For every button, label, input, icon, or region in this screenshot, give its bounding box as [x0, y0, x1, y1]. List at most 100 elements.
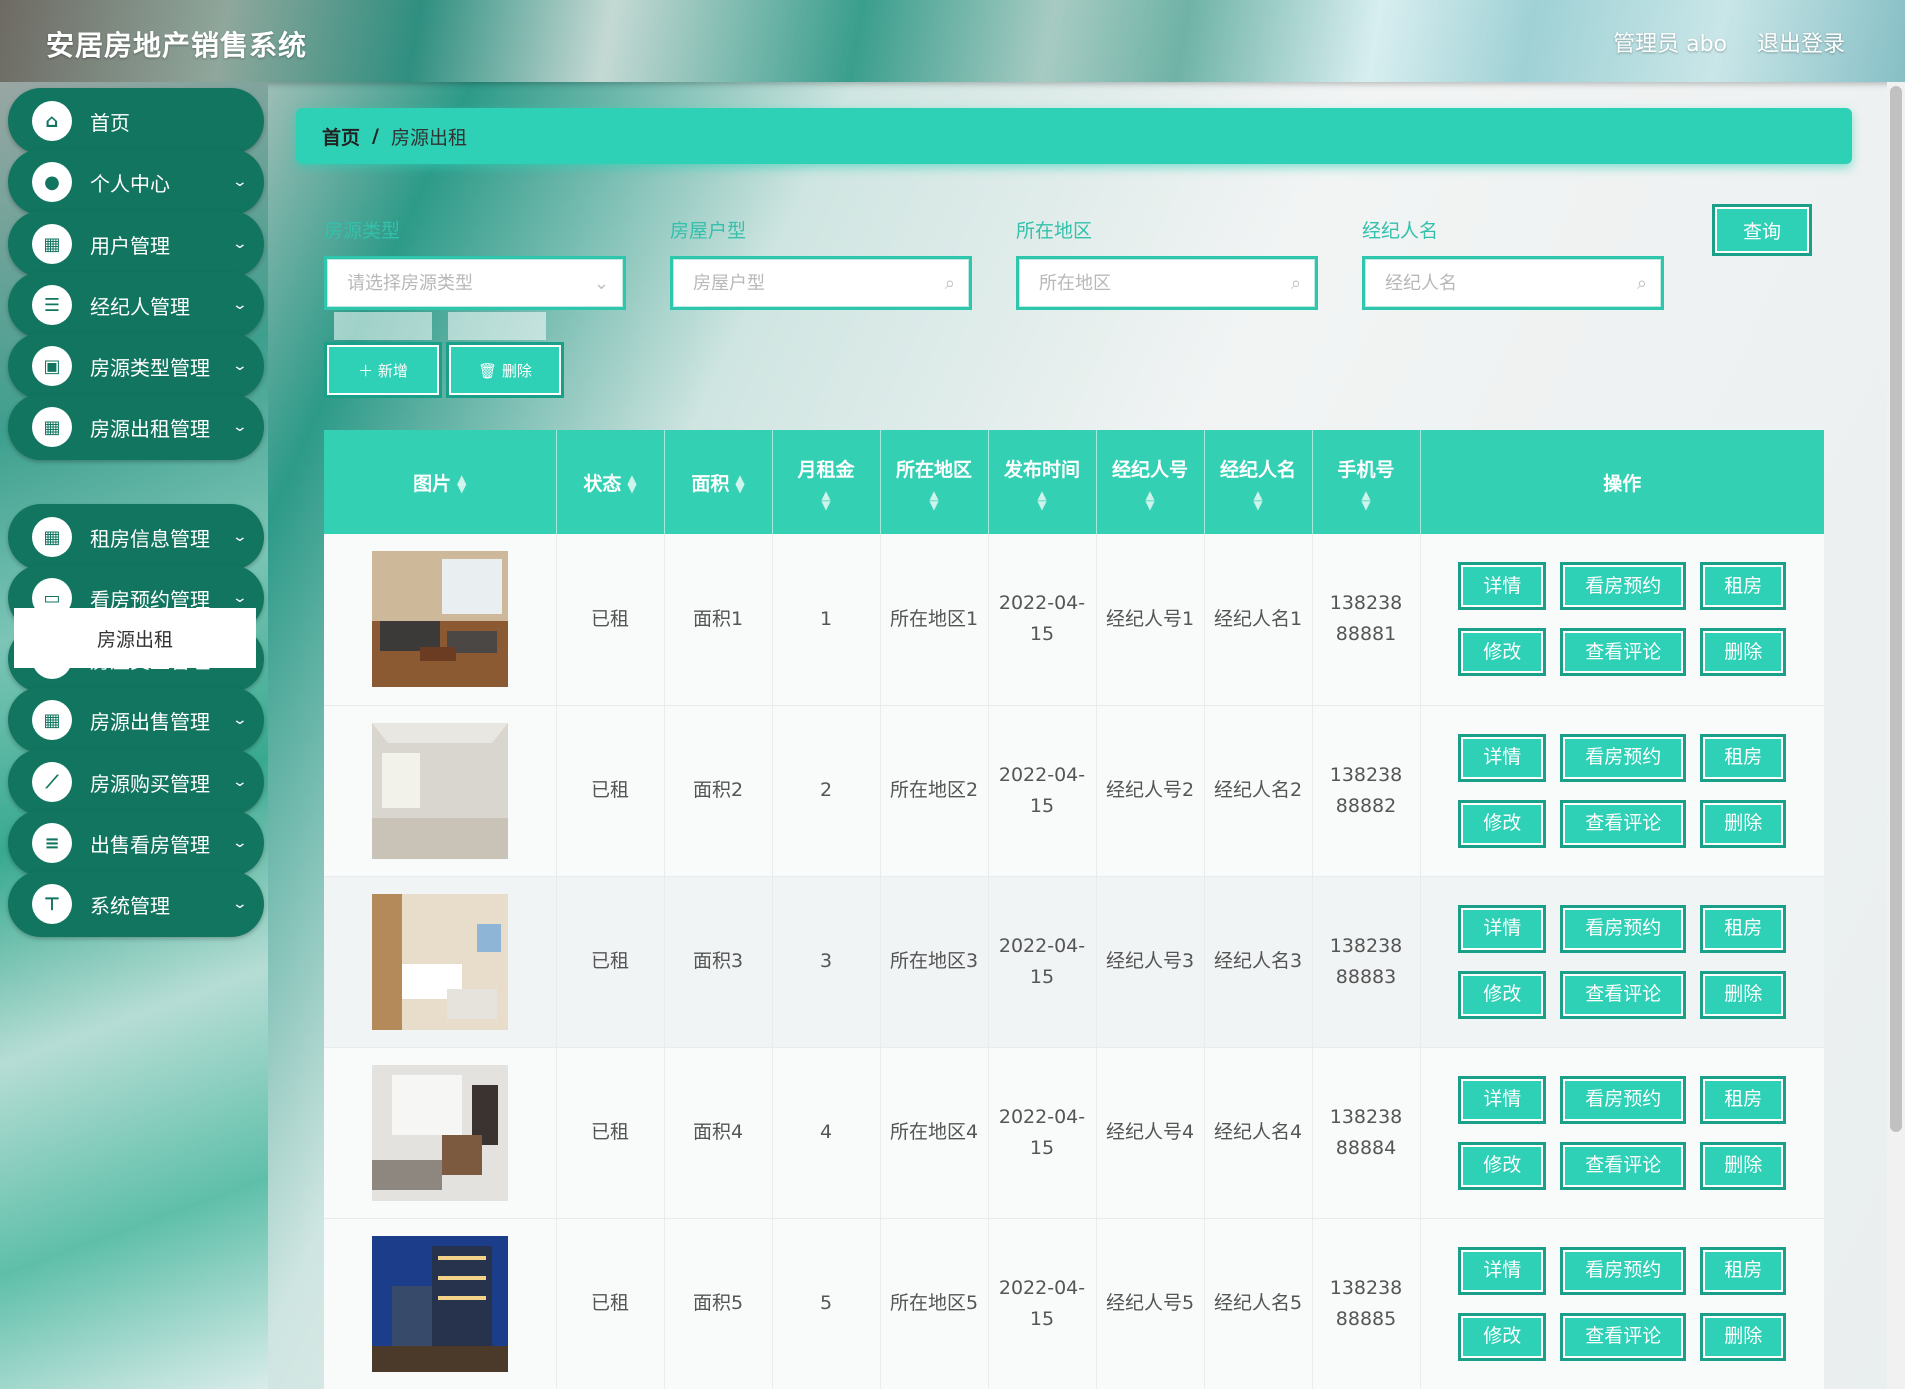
rent-button[interactable]: 租房	[1700, 904, 1787, 953]
cell-rent: 4	[772, 1047, 881, 1219]
cell-image	[324, 705, 557, 877]
edit-button[interactable]: 修改	[1458, 970, 1547, 1019]
col-rent[interactable]: 月租金 ▲ ▼	[772, 430, 881, 534]
sidebar-item-6[interactable]: ▦ 租房信息管理 ⌄	[8, 504, 264, 570]
col-agent-name[interactable]: 经纪人名 ▲ ▼	[1204, 430, 1313, 534]
sort-icon[interactable]: ▲ ▼	[989, 489, 1096, 511]
filter-agent-field[interactable]: ⌕	[1362, 256, 1664, 310]
table-row: 已租 面积2 2 所在地区2 2022-04-15 经纪人号2 经纪人名2 138238888…	[324, 705, 1824, 877]
view-reviews-button[interactable]: 查看评论	[1560, 970, 1687, 1019]
property-thumbnail[interactable]	[371, 1235, 508, 1372]
edit-button[interactable]: 修改	[1458, 628, 1547, 677]
sort-icon[interactable]: ▲ ▼	[1205, 489, 1312, 511]
sidebar-item-3[interactable]: ☰ 经纪人管理 ⌄	[8, 272, 264, 338]
cell-agent-name: 经纪人名1	[1204, 534, 1313, 706]
rent-button[interactable]: 租房	[1700, 1246, 1787, 1295]
chevron-down-icon: ⌄	[231, 419, 249, 435]
logout-link[interactable]: 退出登录	[1757, 26, 1845, 58]
edit-button[interactable]: 修改	[1458, 1141, 1547, 1190]
row-delete-button[interactable]: 删除	[1700, 1312, 1787, 1361]
viewing-appointment-button[interactable]: 看房预约	[1560, 733, 1687, 782]
view-reviews-button[interactable]: 查看评论	[1560, 799, 1687, 848]
rent-button[interactable]: 租房	[1700, 733, 1787, 782]
sort-icon[interactable]: ▲ ▼	[773, 489, 880, 511]
grid-icon: ▦	[32, 407, 72, 447]
sort-icon[interactable]: ▲ ▼	[881, 489, 988, 511]
row-delete-button[interactable]: 删除	[1700, 1141, 1787, 1190]
col-status[interactable]: 状态 ▲ ▼	[556, 430, 665, 534]
sort-icon[interactable]: ▲ ▼	[1097, 489, 1204, 511]
col-phone[interactable]: 手机号 ▲ ▼	[1312, 430, 1421, 534]
property-thumbnail[interactable]	[371, 722, 508, 859]
col-date[interactable]: 发布时间 ▲ ▼	[988, 430, 1097, 534]
property-thumbnail[interactable]	[371, 551, 508, 688]
rent-button[interactable]: 租房	[1700, 562, 1787, 611]
col-region[interactable]: 所在地区 ▲ ▼	[880, 430, 989, 534]
view-reviews-button[interactable]: 查看评论	[1560, 628, 1687, 677]
filter-area-input[interactable]	[1039, 272, 1291, 294]
submenu-item-rental[interactable]: 房源出租	[14, 608, 256, 668]
table-row: 已租 面积1 1 所在地区1 2022-04-15 经纪人号1 经纪人名1 138238888…	[324, 534, 1824, 706]
row-delete-button[interactable]: 删除	[1700, 799, 1787, 848]
filter-layout-input[interactable]	[693, 272, 945, 294]
delete-button[interactable]: 🗑 删除	[446, 342, 564, 398]
row-delete-button[interactable]: 删除	[1700, 970, 1787, 1019]
cell-rent: 1	[772, 534, 881, 706]
table-header-row: 图片 ▲ ▼ 状态 ▲ ▼ 面积 ▲ ▼ 月租金 ▲ ▼ 所在地区 ▲ ▼ 发布时间 ▲ ▼ 经纪人号 ▲…	[324, 430, 1824, 534]
detail-button[interactable]: 详情	[1458, 1246, 1547, 1295]
chevron-down-icon: ⌄	[231, 712, 249, 728]
property-thumbnail[interactable]	[371, 1064, 508, 1201]
sidebar-item-10[interactable]: ⟋ 房源购买管理 ⌄	[8, 749, 264, 815]
detail-button[interactable]: 详情	[1458, 904, 1547, 953]
sidebar-item-12[interactable]: ⊤ 系统管理 ⌄	[8, 871, 264, 937]
col-agent-no[interactable]: 经纪人号 ▲ ▼	[1096, 430, 1205, 534]
query-button[interactable]: 查询	[1712, 204, 1812, 256]
filter-area-field[interactable]: ⌕	[1016, 256, 1318, 310]
breadcrumb-home[interactable]: 首页	[322, 123, 360, 150]
viewing-appointment-button[interactable]: 看房预约	[1560, 562, 1687, 611]
cell-phone: 13823888882	[1312, 705, 1421, 877]
property-thumbnail[interactable]	[371, 893, 508, 1030]
cell-phone: 13823888885	[1312, 1218, 1421, 1389]
filter-type-select[interactable]: ⌄	[324, 256, 626, 310]
sidebar-item-11[interactable]: ≡ 出售看房管理 ⌄	[8, 810, 264, 876]
edit-button[interactable]: 修改	[1458, 799, 1547, 848]
sidebar-item-label: 房源出售管理	[90, 709, 210, 734]
viewing-appointment-button[interactable]: 看房预约	[1560, 904, 1687, 953]
view-reviews-button[interactable]: 查看评论	[1560, 1312, 1687, 1361]
detail-button[interactable]: 详情	[1458, 733, 1547, 782]
sort-icon[interactable]: ▲ ▼	[457, 473, 466, 494]
col-size[interactable]: 面积 ▲ ▼	[664, 430, 773, 534]
viewing-appointment-button[interactable]: 看房预约	[1560, 1075, 1687, 1124]
viewing-appointment-button[interactable]: 看房预约	[1560, 1246, 1687, 1295]
sidebar-item-1[interactable]: ● 个人中心 ⌄	[8, 149, 264, 215]
filter-type-input[interactable]	[347, 272, 594, 294]
sidebar-item-5[interactable]: ▦ 房源出租管理 ⌄	[8, 394, 264, 460]
decorative-tab	[334, 312, 432, 340]
sidebar-item-4[interactable]: ▣ 房源类型管理 ⌄	[8, 333, 264, 399]
chevron-down-icon: ⌄	[231, 529, 249, 545]
data-table: 图片 ▲ ▼ 状态 ▲ ▼ 面积 ▲ ▼ 月租金 ▲ ▼ 所在地区 ▲ ▼ 发布时间 ▲ ▼ 经纪人号 ▲…	[324, 430, 1824, 1389]
sort-icon[interactable]: ▲ ▼	[1313, 489, 1420, 511]
chevron-down-icon: ⌄	[231, 358, 249, 374]
detail-button[interactable]: 详情	[1458, 1075, 1547, 1124]
sidebar-item-2[interactable]: ▦ 用户管理 ⌄	[8, 211, 264, 277]
home-icon: ⌂	[32, 101, 72, 141]
add-button[interactable]: ＋ 新增	[324, 342, 442, 398]
row-delete-button[interactable]: 删除	[1700, 628, 1787, 677]
rent-button[interactable]: 租房	[1700, 1075, 1787, 1124]
filter-agent-input[interactable]	[1385, 272, 1637, 294]
sign-icon: ⊤	[32, 884, 72, 924]
edit-button[interactable]: 修改	[1458, 1312, 1547, 1361]
sidebar-item-0[interactable]: ⌂ 首页	[8, 88, 264, 154]
filter-layout-field[interactable]: ⌕	[670, 256, 972, 310]
sidebar-item-9[interactable]: ▦ 房源出售管理 ⌄	[8, 687, 264, 753]
cell-ops: 详情 看房预约 租房修改 查看评论 删除	[1420, 534, 1824, 706]
col-image[interactable]: 图片 ▲ ▼	[324, 430, 557, 534]
sort-icon[interactable]: ▲ ▼	[735, 473, 744, 494]
sort-icon[interactable]: ▲ ▼	[627, 473, 636, 494]
view-reviews-button[interactable]: 查看评论	[1560, 1141, 1687, 1190]
scrollbar-thumb[interactable]	[1890, 86, 1902, 1132]
detail-button[interactable]: 详情	[1458, 562, 1547, 611]
search-icon: ⌕	[1636, 272, 1647, 294]
